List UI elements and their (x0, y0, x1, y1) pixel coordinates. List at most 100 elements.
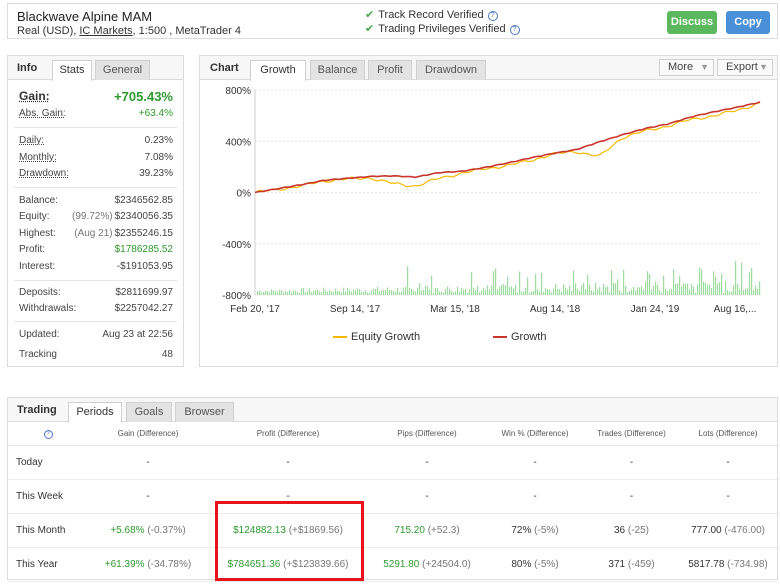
gain-cell: - (88, 445, 208, 480)
y-tick-label: 800% (225, 86, 251, 97)
interest-row: Interest: -$191053.95 (19, 261, 173, 274)
volume-bar (737, 283, 739, 295)
volume-bar (463, 289, 465, 295)
volume-bar (319, 291, 321, 295)
volume-bar (397, 287, 399, 295)
track-record-label: Track Record Verified (378, 9, 484, 21)
column-header-win[interactable]: Win % (Difference) (486, 423, 584, 446)
volume-bar (743, 289, 745, 295)
volume-bar (269, 292, 271, 295)
tab-periods[interactable]: Periods (68, 402, 122, 423)
growth-chart[interactable]: 800% 400% 0% -400% -800% Feb 20, '17 Sep 14, … (200, 80, 777, 325)
copy-button[interactable]: Copy (726, 11, 770, 34)
volume-bar (295, 290, 297, 295)
win-value: 72% (511, 524, 532, 536)
volume-bar (469, 289, 471, 295)
trading-tabbar: Trading Periods Goals Browser (8, 398, 777, 423)
volume-bar (325, 290, 327, 295)
tab-balance[interactable]: Balance (310, 60, 365, 80)
volume-bar (691, 283, 693, 295)
more-dropdown[interactable]: More ▼ (659, 59, 714, 76)
trades-value: 36 (613, 524, 626, 536)
help-icon[interactable]: ? (43, 430, 53, 440)
tab-growth[interactable]: Growth (250, 60, 306, 81)
monthly-row: Monthly: 7.08% (19, 152, 173, 165)
abs-gain-value: +63.4% (138, 108, 173, 119)
volume-bar (509, 287, 511, 295)
volume-bar (577, 288, 579, 295)
volume-bar (385, 290, 387, 295)
volume-bar (617, 279, 619, 295)
chart-tabbar: Chart Growth Balance Profit Drawdown Mor… (200, 56, 777, 81)
volume-bar (553, 288, 555, 295)
volume-bar (441, 291, 443, 295)
volume-bar (307, 290, 309, 295)
tab-stats[interactable]: Stats (52, 60, 92, 81)
volume-bar (323, 287, 325, 295)
table-row: Today - - - - - - (8, 445, 777, 480)
volume-bar (663, 275, 665, 295)
trades-cell: 371 (-459) (584, 547, 679, 582)
volume-bar (261, 292, 263, 295)
volume-bar (439, 291, 441, 295)
column-header-trades[interactable]: Trades (Difference) (584, 423, 679, 446)
tab-general[interactable]: General (95, 60, 150, 80)
lots-cell: - (679, 445, 777, 480)
tracking-value: 48 (161, 349, 173, 360)
volume-bar (685, 283, 687, 295)
y-tick-label: -400% (222, 240, 251, 251)
export-dropdown[interactable]: Export ▼ (717, 59, 773, 76)
volume-bar (591, 290, 593, 295)
tab-drawdown[interactable]: Drawdown (416, 60, 486, 80)
volume-bar (719, 281, 721, 295)
equity-label: Equity: (19, 211, 50, 222)
volume-bar (289, 289, 291, 295)
trades-cell: - (584, 479, 679, 514)
balance-value: $2346562.85 (114, 195, 173, 206)
x-tick-label: Mar 15, '18 (430, 304, 480, 315)
volume-bar (259, 290, 261, 295)
tab-profit[interactable]: Profit (368, 60, 412, 80)
volume-bar (721, 273, 723, 295)
column-header-lots[interactable]: Lots (Difference) (679, 423, 777, 446)
volume-bar (647, 271, 649, 295)
pips-cell: 715.20 (+52.3) (368, 513, 486, 548)
volume-bar (401, 291, 403, 295)
trades-diff: (-25) (627, 524, 650, 536)
x-tick-label: Aug 14, '18 (530, 304, 581, 315)
win-cell: - (486, 445, 584, 480)
volume-bar (709, 284, 711, 295)
column-header-gain[interactable]: Gain (Difference) (88, 423, 208, 446)
volume-bar (571, 290, 573, 295)
monthly-label: Monthly: (19, 152, 57, 163)
tab-goals[interactable]: Goals (126, 402, 172, 422)
volume-bar (567, 289, 569, 295)
column-header-pips[interactable]: Pips (Difference) (368, 423, 486, 446)
legend-equity-growth[interactable]: Equity Growth (333, 331, 420, 343)
equity-percent: (99.72%) (72, 211, 113, 222)
discuss-button[interactable]: Discuss (667, 11, 717, 34)
help-icon[interactable]: ? (487, 11, 498, 21)
help-icon[interactable]: ? (509, 25, 520, 35)
win-diff: (-5%) (534, 524, 559, 536)
account-type: Real (USD), (17, 25, 77, 37)
volume-bar (493, 271, 495, 295)
legend-growth[interactable]: Growth (493, 331, 546, 343)
volume-bar (745, 288, 747, 295)
volume-bar (613, 282, 615, 295)
tab-browser[interactable]: Browser (175, 402, 234, 422)
broker-link[interactable]: IC Markets (79, 25, 132, 37)
caret-down-icon: ▼ (700, 62, 709, 72)
volume-bar (753, 290, 755, 295)
trading-privileges-label: Trading Privileges Verified (378, 23, 506, 35)
gain-diff: (-34.78%) (147, 558, 192, 570)
volume-bar (369, 292, 371, 295)
volume-bar (517, 292, 519, 295)
column-header-profit[interactable]: Profit (Difference) (208, 423, 368, 446)
gain-value: +61.39% (104, 558, 145, 570)
volume-bar (557, 288, 559, 295)
gain-cell: +5.68% (-0.37%) (88, 513, 208, 548)
win-cell: - (486, 479, 584, 514)
volume-bar (347, 287, 349, 295)
divider (14, 127, 177, 128)
